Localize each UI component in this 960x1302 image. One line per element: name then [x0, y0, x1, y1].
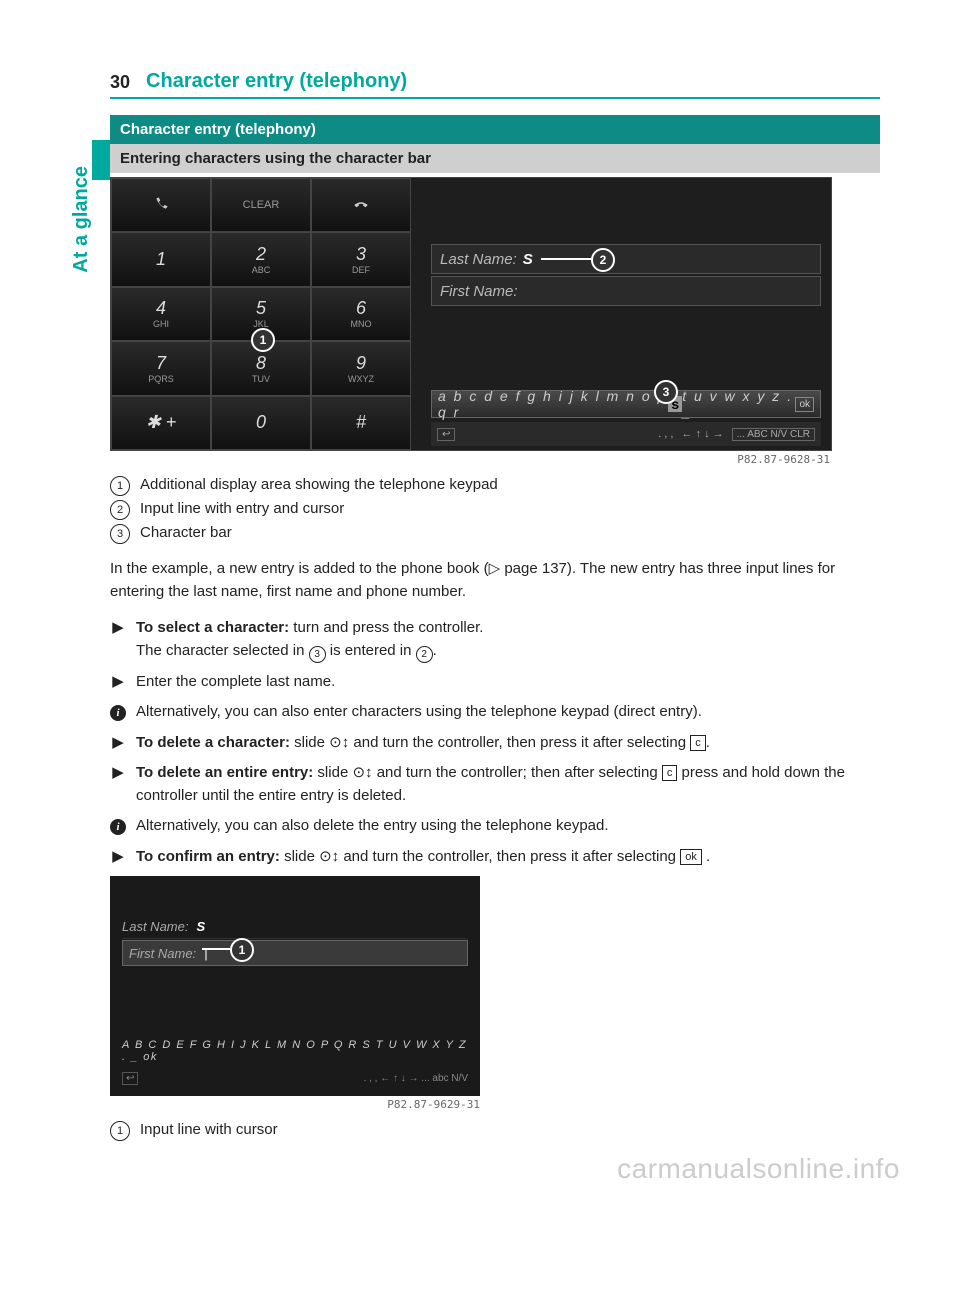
f2-first-name: First Name: | [122, 940, 468, 966]
key-hash: # [311, 396, 411, 450]
marker-2-inline-icon: 2 [416, 646, 433, 663]
last-name-label: Last Name: [440, 251, 517, 268]
figure-2-legend: 1 Input line with cursor [110, 1121, 880, 1141]
f2-bottombar: ↩ . , , ← ↑ ↓ → ... abc N/V [122, 1068, 468, 1088]
return-icon: ↩ [122, 1072, 138, 1085]
charbar-ok: ok [795, 397, 814, 412]
bullet-alt-delete: Alternatively, you can also delete the e… [136, 815, 609, 838]
key-3: 3DEF [311, 232, 411, 286]
key-1: 1 [111, 232, 211, 286]
bullet-confirm: To confirm an entry: slide ⊙↕ and turn t… [136, 846, 710, 869]
figure-1-id: P82.87-9628-31 [110, 453, 830, 466]
f2-last-name-label: Last Name: [122, 919, 188, 934]
callout-1: 1 [251, 328, 275, 352]
figure-1: CLEAR 1 2ABC 3DEF 4GHI 5JKL 6MNO 7PQRS 8… [110, 177, 832, 451]
key-2: 2ABC [211, 232, 311, 286]
bullet-enter-lastname: Enter the complete last name. [136, 671, 335, 694]
page-header: 30 Character entry (telephony) [110, 70, 880, 99]
slide-icon: ⊙↕ [352, 764, 372, 781]
bottombar-dots: . , , [658, 428, 673, 440]
character-bar: a b c d e f g h i j k l m n o p q r s t … [431, 390, 821, 418]
last-name-value: S [523, 251, 533, 268]
instruction-list: ▶ To select a character: turn and press … [110, 617, 880, 868]
side-tab: At a glance [70, 166, 93, 273]
key-clear: CLEAR [211, 178, 311, 232]
f2-legend-1: Input line with cursor [140, 1121, 278, 1138]
bottombar-arrows: ← ↑ ↓ → [681, 428, 723, 440]
bullet-alt-keypad: Alternatively, you can also enter charac… [136, 701, 702, 724]
f2-bottom-text: . , , ← ↑ ↓ → ... abc N/V [364, 1073, 468, 1084]
ok-key-icon: ok [680, 849, 702, 865]
charbar-left: a b c d e f g h i j k l m n o p q r [438, 388, 668, 420]
key-6: 6MNO [311, 287, 411, 341]
bullet-select-char: To select a character: turn and press th… [136, 617, 483, 663]
info-icon: i [110, 819, 126, 835]
key-call-icon [111, 178, 211, 232]
marker-3-inline-icon: 3 [309, 646, 326, 663]
key-0: 0 [211, 396, 311, 450]
first-name-label: First Name: [440, 283, 518, 300]
key-star: ✱ + [111, 396, 211, 450]
bottombar-keys: ... ABC N/V CLR [732, 428, 815, 441]
page-number: 30 [110, 72, 130, 93]
triangle-icon: ▶ [110, 617, 126, 663]
chapter-title: Character entry (telephony) [146, 70, 407, 93]
legend-2: Input line with entry and cursor [140, 500, 344, 517]
f2-first-name-label: First Name: [129, 946, 196, 961]
figure-1-legend: 1 Additional display area showing the tel… [110, 476, 880, 544]
last-name-input: Last Name: S [431, 244, 821, 274]
key-end-icon [311, 178, 411, 232]
triangle-icon: ▷ [489, 560, 501, 577]
f2-callout-1: 1 [230, 938, 254, 962]
return-icon: ↩ [437, 428, 455, 441]
key-7: 7PQRS [111, 341, 211, 395]
c-key-icon: c [662, 765, 678, 781]
callout-3: 3 [654, 380, 678, 404]
charbar-right: t u v w x y z . _ [682, 388, 795, 420]
triangle-icon: ▶ [110, 671, 126, 694]
intro-paragraph: In the example, a new entry is added to … [110, 558, 880, 603]
bullet-delete-char: To delete a character: slide ⊙↕ and turn… [136, 732, 710, 755]
figure-2: Last Name: S First Name: | 1 A B C D E F… [110, 876, 480, 1096]
first-name-input: First Name: [431, 276, 821, 306]
entry-panel: Last Name: S First Name: a b c d e f g h… [411, 178, 831, 450]
info-icon: i [110, 705, 126, 721]
section-header: Character entry (telephony) [110, 115, 880, 144]
f2-last-name-value: S [196, 919, 205, 934]
bottom-bar: ↩ . , , ← ↑ ↓ → ... ABC N/V CLR [431, 422, 821, 446]
slide-icon: ⊙↕ [329, 734, 349, 751]
slide-icon: ⊙↕ [319, 848, 339, 865]
legend-3: Character bar [140, 524, 232, 541]
callout-2: 2 [591, 248, 615, 272]
side-tab-block [92, 140, 110, 180]
key-9: 9WXYZ [311, 341, 411, 395]
triangle-icon: ▶ [110, 732, 126, 755]
figure-2-id: P82.87-9629-31 [110, 1098, 480, 1111]
triangle-icon: ▶ [110, 846, 126, 869]
triangle-icon: ▶ [110, 762, 126, 807]
f2-charbar: A B C D E F G H I J K L M N O P Q R S T … [122, 1040, 468, 1062]
marker-2-icon: 2 [110, 500, 130, 520]
legend-1: Additional display area showing the tele… [140, 476, 498, 493]
watermark: carmanualsonline.info [617, 1153, 900, 1185]
marker-1-icon: 1 [110, 476, 130, 496]
f2-last-name: Last Name: S [122, 914, 468, 939]
bullet-delete-entry: To delete an entire entry: slide ⊙↕ and … [136, 762, 880, 807]
c-key-icon: c [690, 735, 706, 751]
marker-1-icon: 1 [110, 1121, 130, 1141]
key-4: 4GHI [111, 287, 211, 341]
telephone-keypad: CLEAR 1 2ABC 3DEF 4GHI 5JKL 6MNO 7PQRS 8… [111, 178, 411, 450]
marker-3-icon: 3 [110, 524, 130, 544]
sub-header: Entering characters using the character … [110, 144, 880, 173]
